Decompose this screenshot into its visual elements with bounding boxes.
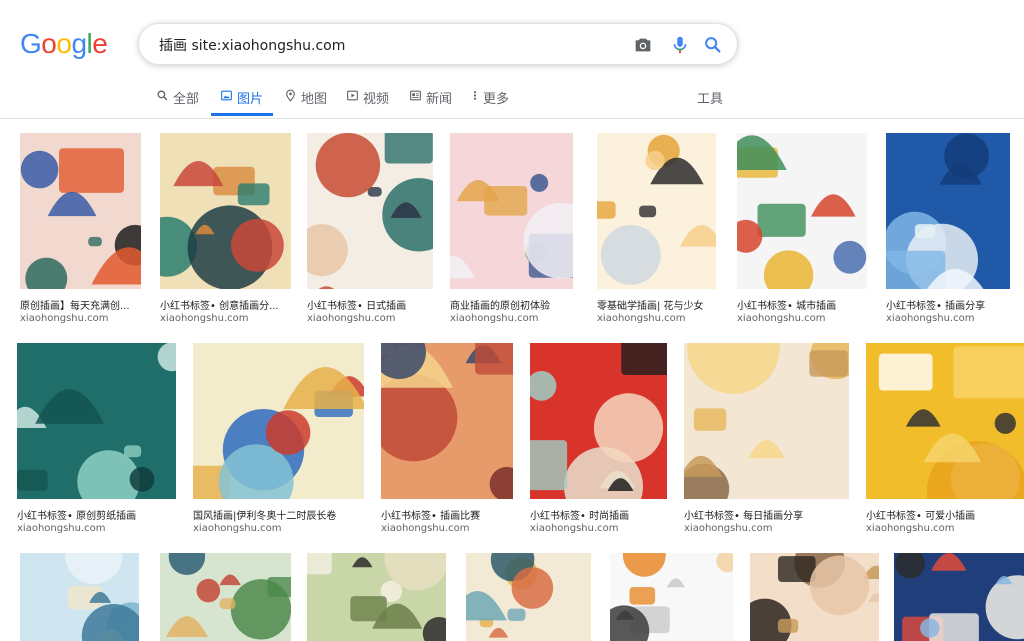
- result-thumbnail[interactable]: [20, 553, 139, 641]
- result-thumbnail[interactable]: [450, 133, 573, 289]
- result-caption[interactable]: 零基础学插画| 花与少女: [597, 297, 716, 312]
- result-domain: xiaohongshu.com: [17, 523, 106, 534]
- result-domain: xiaohongshu.com: [381, 523, 470, 534]
- microphone-icon[interactable]: [669, 34, 691, 56]
- result-domain: xiaohongshu.com: [886, 313, 975, 324]
- result-thumbnail[interactable]: [530, 343, 667, 499]
- result-domain: xiaohongshu.com: [530, 523, 619, 534]
- map-pin-icon: [286, 89, 295, 102]
- result-domain: xiaohongshu.com: [307, 313, 396, 324]
- result-domain: xiaohongshu.com: [737, 313, 826, 324]
- result-caption[interactable]: 小红书标签• 城市插画: [737, 297, 867, 312]
- result-caption[interactable]: 小红书标签• 可爱小插画: [866, 507, 1024, 522]
- result-thumbnail[interactable]: [307, 553, 446, 641]
- result-domain: xiaohongshu.com: [597, 313, 686, 324]
- logo-letter: o: [56, 28, 72, 59]
- result-caption[interactable]: 国风插画|伊利冬奥十二时辰长卷: [193, 507, 364, 522]
- result-thumbnail[interactable]: [684, 343, 849, 499]
- camera-icon[interactable]: [632, 34, 654, 56]
- result-thumbnail[interactable]: [886, 133, 1010, 289]
- result-thumbnail[interactable]: [17, 343, 176, 499]
- search-icon: [157, 90, 168, 101]
- play-icon: [347, 90, 358, 101]
- result-thumbnail[interactable]: [193, 343, 364, 499]
- search-box[interactable]: [138, 23, 738, 65]
- result-thumbnail[interactable]: [20, 133, 141, 289]
- result-domain: xiaohongshu.com: [160, 313, 249, 324]
- tools-button[interactable]: 工具: [697, 88, 723, 107]
- logo-letter: G: [20, 28, 42, 59]
- result-domain: xiaohongshu.com: [684, 523, 773, 534]
- logo-letter: g: [71, 28, 87, 59]
- result-caption[interactable]: 小红书标签• 时尚插画: [530, 507, 667, 522]
- tab-images[interactable]: 图片: [211, 82, 273, 116]
- result-caption[interactable]: 商业插画的原创初体验: [450, 297, 573, 312]
- logo-letter: e: [92, 28, 108, 59]
- tab-label: 更多: [483, 92, 510, 107]
- search-tabs: 全部 图片 地图 视频 新闻 更多: [0, 82, 1024, 118]
- result-domain: xiaohongshu.com: [866, 523, 955, 534]
- result-caption[interactable]: 小红书标签• 每日插画分享: [684, 507, 849, 522]
- result-thumbnail[interactable]: [160, 553, 291, 641]
- tab-videos[interactable]: 视频: [346, 82, 389, 115]
- more-vert-icon: [473, 91, 477, 100]
- result-thumbnail[interactable]: [894, 553, 1024, 641]
- news-icon: [410, 90, 421, 101]
- result-thumbnail[interactable]: [307, 133, 433, 289]
- tab-news[interactable]: 新闻: [409, 82, 452, 115]
- search-input[interactable]: [157, 32, 621, 58]
- tab-maps[interactable]: 地图: [284, 82, 327, 115]
- tab-label: 视频: [363, 92, 390, 107]
- tab-label: 新闻: [426, 92, 453, 107]
- result-caption[interactable]: 小红书标签• 原创剪纸插画: [17, 507, 176, 522]
- logo-letter: o: [41, 28, 57, 59]
- result-thumbnail[interactable]: [160, 133, 291, 289]
- search-submit-icon[interactable]: [702, 34, 724, 56]
- result-domain: xiaohongshu.com: [20, 313, 109, 324]
- result-thumbnail[interactable]: [866, 343, 1024, 499]
- result-caption[interactable]: 小红书标签• 创意插画分...: [160, 297, 291, 312]
- result-caption[interactable]: 小红书标签• 插画比赛: [381, 507, 513, 522]
- google-logo[interactable]: Google: [20, 28, 108, 60]
- result-thumbnail[interactable]: [466, 553, 591, 641]
- result-thumbnail[interactable]: [597, 133, 716, 289]
- tab-label: 地图: [301, 92, 328, 107]
- result-domain: xiaohongshu.com: [450, 313, 539, 324]
- tab-more[interactable]: 更多: [471, 82, 509, 115]
- result-thumbnail[interactable]: [737, 133, 867, 289]
- result-caption[interactable]: 小红书标签• 日式插画: [307, 297, 433, 312]
- result-caption[interactable]: 原创插画】每天充满创...: [20, 297, 141, 312]
- tab-label: 图片: [237, 92, 264, 107]
- result-domain: xiaohongshu.com: [193, 523, 282, 534]
- result-thumbnail[interactable]: [750, 553, 879, 641]
- tab-label: 全部: [173, 92, 200, 107]
- result-caption[interactable]: 小红书标签• 插画分享: [886, 297, 1010, 312]
- image-icon: [221, 90, 232, 101]
- result-thumbnail[interactable]: [610, 553, 733, 641]
- tab-all[interactable]: 全部: [156, 82, 199, 115]
- header: Google 全部 图片 地图 视频 新闻: [0, 0, 1024, 119]
- result-thumbnail[interactable]: [381, 343, 513, 499]
